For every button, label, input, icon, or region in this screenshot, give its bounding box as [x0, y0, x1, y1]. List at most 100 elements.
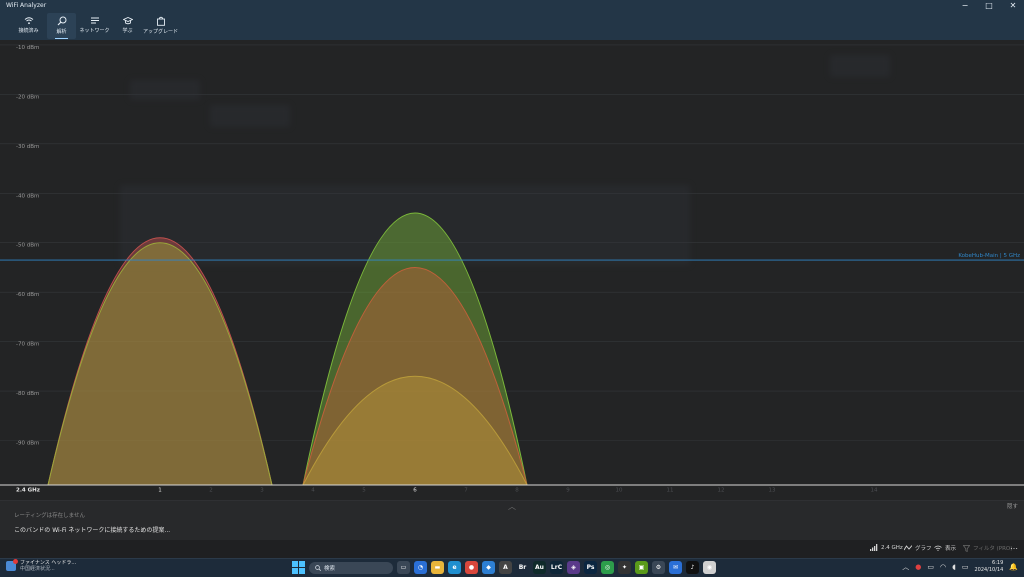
y-tick-label: -10 dBm	[16, 45, 39, 51]
network-signal-curve	[47, 242, 273, 486]
connect-suggestion-link[interactable]: このバンドの Wi-Fi ネットワークに接続するための提案...	[14, 525, 170, 534]
filter-label: フィルタ (PRO)	[973, 546, 1013, 552]
band-selector[interactable]: 2.4 GHz	[870, 544, 903, 551]
system-tray: ︿ ● ▭ ◠ ◖ ▭ 6:19 2024/10/14 🔔	[902, 560, 1018, 573]
x-tick-label: 9	[566, 488, 570, 494]
graph-icon	[904, 545, 912, 551]
nav-analyze-label: 解析	[56, 29, 67, 35]
x-tick-label: 10	[616, 488, 623, 494]
search-icon	[57, 16, 66, 26]
reference-network-label: KobeHub-Main | 5 GHz	[958, 253, 1020, 259]
display-icon[interactable]: ▭	[927, 563, 934, 571]
close-button[interactable]: ✕	[1008, 1, 1018, 10]
clock-date: 2024/10/14	[974, 566, 1004, 573]
x-tick-label: 4	[311, 488, 315, 494]
chrome-icon[interactable]: ●	[465, 561, 478, 574]
y-tick-label: -40 dBm	[16, 193, 39, 199]
wifi-analyzer-icon[interactable]: ◉	[703, 561, 716, 574]
search-icon	[315, 564, 321, 571]
lrc-icon[interactable]: LrC	[550, 561, 563, 574]
line-icon[interactable]: ◎	[601, 561, 614, 574]
taskbar-search[interactable]: 検索	[309, 561, 393, 574]
x-tick-label: 3	[260, 488, 264, 494]
status-bar: 2.4 GHz グラフ 表示 フィルタ (PRO) …	[0, 540, 1024, 558]
band-label: 2.4 GHz	[881, 544, 903, 551]
window-controls: − □ ✕	[960, 1, 1018, 10]
shopping-bag-icon	[156, 16, 165, 26]
chevron-up-icon[interactable]: ︿	[508, 501, 516, 512]
nav-upgrade[interactable]: アップグレード	[143, 13, 179, 39]
x-tick-label: 7	[464, 488, 468, 494]
title-bar: WiFi Analyzer − □ ✕ 接続済み 解析 ネットワーク 学ぶ アッ…	[0, 0, 1024, 40]
graph-label: グラフ	[915, 546, 932, 552]
minimize-button[interactable]: −	[960, 1, 970, 10]
app-title: WiFi Analyzer	[6, 2, 47, 9]
nav-networks[interactable]: ネットワーク	[79, 13, 110, 39]
x-tick-label: 1	[158, 488, 162, 494]
nav-upgrade-label: アップグレード	[143, 29, 179, 35]
tiktok-icon[interactable]: ♪	[686, 561, 699, 574]
y-tick-label: -30 dBm	[16, 144, 39, 150]
antivirus-icon[interactable]: ●	[915, 563, 921, 571]
taskbar-apps: 検索 ▭ ◔ ▬ e ● ◆ A Br Au LrC ◈ Ps ◎ ✦ ▣ ⚙ ✉ ♪ ◉	[292, 561, 716, 574]
no-rating-text: レーティングは存在しません	[14, 513, 86, 519]
news-widget[interactable]: ファイナンス ヘッドラ... 中国経済状況...	[6, 559, 76, 572]
settings-icon[interactable]: ⚙	[652, 561, 665, 574]
widgets-icon[interactable]: ◔	[414, 561, 427, 574]
band-axis-label: 2.4 GHz	[16, 488, 40, 494]
display-button[interactable]: 表示	[934, 544, 956, 552]
speaker-icon[interactable]: ◖	[952, 563, 956, 571]
nav-learn[interactable]: 学ぶ	[113, 13, 142, 39]
more-button[interactable]: …	[1010, 542, 1018, 551]
news-icon	[6, 559, 18, 571]
x-tick-label: 5	[362, 488, 366, 494]
hide-button[interactable]: 隠す	[1007, 502, 1018, 510]
search-placeholder: 検索	[324, 565, 336, 572]
wifi-icon[interactable]: ◠	[940, 563, 946, 571]
nvidia-icon[interactable]: ▣	[635, 561, 648, 574]
y-tick-label: -20 dBm	[16, 94, 39, 100]
bridge-icon[interactable]: Br	[516, 561, 529, 574]
app-icon-c[interactable]: ✦	[618, 561, 631, 574]
signal-chart[interactable]: -10 dBm -20 dBm -30 dBm -40 dBm -50 dBm -60 d…	[0, 40, 1024, 500]
task-view-icon[interactable]: ▭	[397, 561, 410, 574]
display-label: 表示	[945, 546, 957, 552]
filter-button[interactable]: フィルタ (PRO)	[963, 544, 1012, 552]
nav-connected-label: 接続済み	[18, 28, 39, 34]
app-icon-a[interactable]: A	[499, 561, 512, 574]
main-nav: 接続済み 解析 ネットワーク 学ぶ アップグレード	[14, 13, 179, 39]
wifi-icon	[934, 545, 942, 551]
info-panel: ︿ 隠す レーティングは存在しません このバンドの Wi-Fi ネットワークに接…	[0, 500, 1024, 541]
nav-networks-label: ネットワーク	[79, 28, 110, 34]
store-icon[interactable]: ◆	[482, 561, 495, 574]
audition-icon[interactable]: Au	[533, 561, 546, 574]
nav-connected[interactable]: 接続済み	[14, 13, 43, 39]
x-tick-label: 13	[769, 488, 776, 494]
y-tick-label: -60 dBm	[16, 292, 39, 298]
battery-icon[interactable]: ▭	[962, 563, 969, 571]
notification-bell-icon[interactable]: 🔔	[1009, 563, 1018, 571]
app-icon-b[interactable]: ◈	[567, 561, 580, 574]
file-explorer-icon[interactable]: ▬	[431, 561, 444, 574]
clock[interactable]: 6:19 2024/10/14	[974, 560, 1003, 573]
graduation-cap-icon	[122, 17, 133, 25]
nav-analyze[interactable]: 解析	[47, 13, 76, 39]
edge-icon[interactable]: e	[448, 561, 461, 574]
start-button[interactable]	[292, 561, 305, 574]
photoshop-icon[interactable]: Ps	[584, 561, 597, 574]
news-subtitle: 中国経済状況...	[20, 566, 55, 572]
chevron-up-icon[interactable]: ︿	[902, 562, 909, 572]
mail-icon[interactable]: ✉	[669, 561, 682, 574]
y-tick-label: -80 dBm	[16, 391, 39, 397]
x-tick-label: 8	[515, 488, 519, 494]
filter-icon	[963, 544, 970, 552]
x-tick-label: 11	[667, 488, 674, 494]
y-tick-label: -90 dBm	[16, 441, 39, 447]
nav-learn-label: 学ぶ	[122, 28, 133, 34]
wifi-icon	[24, 17, 33, 25]
maximize-button[interactable]: □	[984, 1, 994, 10]
x-tick-label: 14	[871, 488, 878, 494]
signal-bars-icon	[870, 544, 878, 551]
chart-canvas: -10 dBm -20 dBm -30 dBm -40 dBm -50 dBm -60 d…	[0, 44, 1024, 494]
graph-button[interactable]: グラフ	[904, 544, 932, 552]
